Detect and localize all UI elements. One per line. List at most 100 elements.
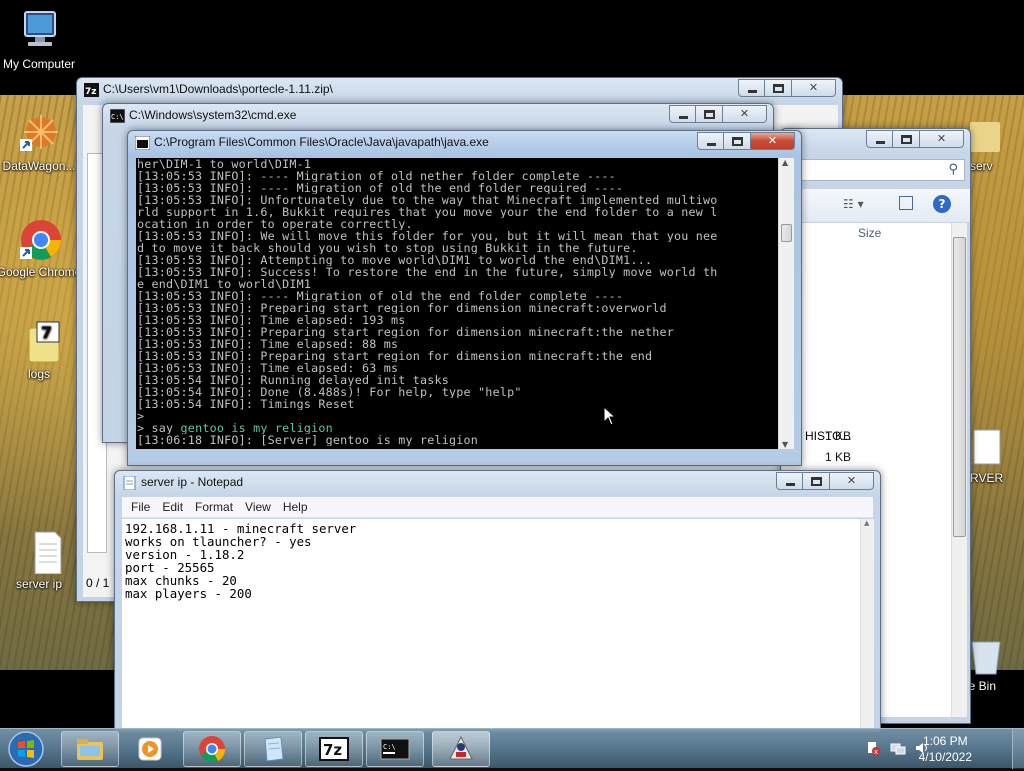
taskbar-explorer-button[interactable] (61, 731, 119, 767)
command-bar: ☷ ▾ ? (781, 189, 970, 223)
titlebar[interactable]: ✕ (781, 129, 970, 153)
maximize-button[interactable] (765, 79, 792, 97)
taskbar-notepad-button[interactable] (244, 731, 302, 767)
console-line: [13:05:53 INFO]: We will move this folde… (137, 230, 718, 242)
close-button[interactable]: ✕ (920, 130, 964, 148)
close-button[interactable]: ✕ (723, 105, 767, 123)
taskbar-java-button[interactable] (432, 731, 490, 767)
media-player-icon (138, 737, 162, 761)
titlebar[interactable]: server ip - Notepad ✕ (115, 471, 880, 495)
close-button[interactable]: ✕ (792, 79, 836, 97)
desktop-icon-chrome[interactable]: Google Chrome (0, 218, 81, 280)
notepad-window[interactable]: server ip - Notepad ✕ File Edit Format V… (114, 470, 881, 732)
desktop-icon-server-ip[interactable]: server ip (1, 530, 77, 592)
view-options-icon[interactable]: ☷ ▾ (843, 197, 864, 211)
scrollbar-thumb[interactable] (953, 237, 966, 537)
preview-pane-icon[interactable] (899, 196, 913, 210)
console-line: rld support in 1.6, Bukkit requires that… (137, 206, 718, 218)
console-line: her\DIM-1 to world\DIM-1 (137, 158, 312, 170)
clock-time: 1:06 PM (922, 734, 968, 748)
console-line: [13:05:53 INFO]: ---- Migration of old t… (137, 290, 624, 302)
desktop-icon-label: server ip (15, 577, 62, 591)
minimize-button[interactable] (697, 132, 724, 150)
close-button[interactable]: ✕ (830, 472, 874, 490)
console-line: [13:05:53 INFO]: ---- Migration of old n… (137, 170, 616, 182)
text-line: version - 1.18.2 (125, 547, 245, 562)
minimize-button[interactable] (866, 130, 893, 148)
svg-text:7z: 7z (323, 741, 342, 759)
titlebar[interactable]: 7z C:\Users\vm1\Downloads\portecle-1.11.… (77, 78, 842, 102)
notepad-scrollbar[interactable]: ▲ (860, 519, 874, 731)
svg-text:7: 7 (41, 323, 52, 342)
maximize-button[interactable] (724, 132, 751, 150)
svg-text:C:\: C:\ (111, 113, 124, 121)
close-button[interactable]: ✕ (751, 132, 795, 150)
clock-date: 4/10/2022 (918, 750, 972, 764)
console-output[interactable]: her\DIM-1 to world\DIM-1 [13:05:53 INFO]:… (136, 158, 778, 449)
taskbar-7zip-button[interactable]: 7z (305, 731, 363, 767)
menu-file[interactable]: File (126, 497, 155, 517)
network-icon[interactable] (890, 741, 906, 755)
desktop-icon-label: DataWagon... (2, 159, 76, 173)
cmd-icon: C:\ (109, 108, 126, 124)
7zip-icon: 7z (319, 737, 349, 761)
scroll-down-arrow[interactable]: ▼ (782, 440, 788, 449)
taskbar-cmd-button[interactable]: C:\ (366, 731, 424, 767)
start-button[interactable] (6, 730, 46, 768)
console-line: > say gentoo is my religion (137, 422, 333, 434)
window-title: server ip - Notepad (141, 475, 244, 489)
desktop-icon-logs[interactable]: 7 logs (1, 320, 77, 382)
text-editor[interactable]: 192.168.1.11 - minecraft server works on … (122, 519, 860, 731)
console-line: [13:05:53 INFO]: Time elapsed: 88 ms (137, 338, 399, 350)
minimize-button[interactable] (669, 105, 696, 123)
console-input-line[interactable]: > (136, 446, 778, 449)
java-icon (449, 735, 473, 760)
menu-format[interactable]: Format (190, 497, 238, 517)
maximize-button[interactable] (893, 130, 920, 148)
chrome-icon (15, 218, 63, 262)
datawagon-icon (15, 112, 63, 156)
desktop-icon-label: My Computer (2, 57, 76, 71)
window-title: C:\Program Files\Common Files\Oracle\Jav… (154, 135, 489, 149)
console-icon (134, 135, 151, 151)
desktop-icon-datawagon[interactable]: DataWagon... (1, 112, 77, 174)
java-console-window[interactable]: C:\Program Files\Common Files\Oracle\Jav… (127, 130, 802, 466)
scrollbar-thumb[interactable] (781, 224, 792, 242)
desktop-icon-my-computer[interactable]: My Computer (1, 10, 77, 72)
folder-icon (77, 739, 103, 760)
show-desktop-button[interactable] (1012, 729, 1024, 769)
console-line: [13:05:54 INFO]: Done (8.488s)! For help… (137, 386, 522, 398)
minimize-button[interactable] (776, 472, 803, 490)
svg-text:x: x (874, 748, 878, 755)
minimize-button[interactable] (738, 79, 765, 97)
notepad-icon (264, 736, 284, 762)
taskbar-chrome-button[interactable] (183, 731, 241, 767)
maximize-button[interactable] (696, 105, 723, 123)
computer-icon (15, 10, 63, 54)
7zip-icon: 7z (84, 83, 99, 97)
chrome-icon (199, 736, 226, 763)
titlebar[interactable]: C:\ C:\Windows\system32\cmd.exe ✕ (103, 104, 773, 128)
console-line: [13:05:53 INFO]: ---- Migration of old t… (137, 182, 624, 194)
column-header-size[interactable]: Size (858, 226, 881, 240)
help-icon[interactable]: ? (933, 195, 951, 213)
notepad-icon (122, 475, 137, 491)
svg-text:C:\: C:\ (383, 743, 396, 751)
search-box[interactable]: ⚲ (781, 159, 965, 181)
menu-edit[interactable]: Edit (157, 497, 188, 517)
explorer-scrollbar[interactable] (951, 223, 967, 717)
console-scrollbar[interactable]: ▲ ▼ (778, 158, 794, 449)
console-line: [13:05:53 INFO]: Success! To restore the… (137, 266, 718, 278)
system-clock[interactable]: 1:06 PM 4/10/2022 (919, 733, 972, 765)
titlebar[interactable]: C:\Program Files\Common Files\Oracle\Jav… (128, 131, 801, 155)
taskbar-media-player-button[interactable] (122, 731, 180, 767)
menu-help[interactable]: Help (278, 497, 313, 517)
window-title: C:\Users\vm1\Downloads\portecle-1.11.zip… (103, 82, 333, 96)
maximize-button[interactable] (803, 472, 830, 490)
menu-view[interactable]: View (240, 497, 276, 517)
action-center-icon[interactable]: x (866, 741, 880, 756)
scroll-up-arrow[interactable]: ▲ (864, 519, 869, 527)
text-line: max players - 200 (125, 586, 252, 601)
scroll-up-arrow[interactable]: ▲ (782, 158, 788, 167)
console-line: ocation in order to operate correctly. (137, 218, 413, 230)
